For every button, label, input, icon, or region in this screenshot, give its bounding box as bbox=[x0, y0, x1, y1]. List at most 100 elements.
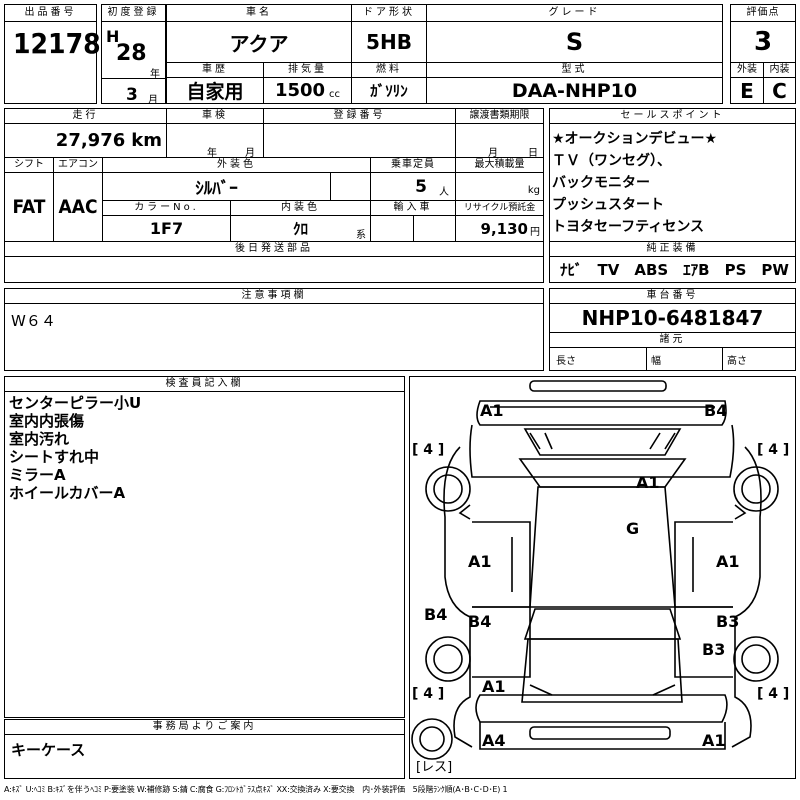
chassis-value: NHP10-6481847 bbox=[549, 303, 796, 333]
score-label: 評価点 bbox=[730, 4, 796, 22]
model-value: DAA-NHP10 bbox=[426, 77, 723, 104]
recycle-value: 9,130 bbox=[480, 219, 528, 238]
tire-rear-left: [ 4 ] bbox=[412, 686, 445, 702]
height-label: 高さ bbox=[722, 347, 796, 371]
inspector-line: 室内内張傷 bbox=[9, 412, 85, 430]
selling-line: ★オークションデビュー★ bbox=[552, 131, 718, 147]
model-label: 型式 bbox=[426, 62, 723, 78]
import-label: 輸入車 bbox=[370, 200, 456, 216]
transfer-month: 月 bbox=[488, 148, 498, 158]
office-box: キーケース bbox=[4, 734, 405, 779]
mileage-value: 27,976 bbox=[55, 130, 126, 151]
equipment-label: 純正装備 bbox=[549, 241, 796, 257]
tire-rear-right: [ 4 ] bbox=[757, 686, 790, 702]
reg-no-label: 登録番号 bbox=[263, 108, 456, 124]
tire-value: 4 bbox=[423, 442, 434, 458]
inspector-line: ホイールカバーA bbox=[9, 484, 126, 502]
ext-color-label: 外装色 bbox=[102, 157, 371, 173]
damage-mark: B4 bbox=[704, 401, 728, 420]
inspector-line: 室内汚れ bbox=[9, 430, 70, 448]
lot-number: 12178 bbox=[13, 27, 101, 60]
capacity-value: 5 bbox=[415, 176, 427, 197]
inspection-month-unit: 月 bbox=[245, 148, 255, 158]
selling-line: トヨタセーフティセンス bbox=[552, 219, 705, 235]
equipment-value: ﾅﾋﾞ TV ABS ｴｱB PS PW bbox=[560, 261, 789, 279]
shift-value: FAT bbox=[4, 172, 54, 242]
later-parts-label: 後日発送部品 bbox=[4, 241, 544, 257]
car-diagram-box: [ 4 ] [ 4 ] [ 4 ] [ 4 ] [レス] A1 B4 A1 G … bbox=[409, 376, 796, 779]
chassis-label: 車台番号 bbox=[549, 288, 796, 304]
int-color-cell: ｸﾛ 系 bbox=[230, 215, 371, 242]
damage-mark: B3 bbox=[716, 612, 740, 631]
selling-line: プッシュスタート bbox=[552, 197, 664, 213]
score-value: 3 bbox=[730, 21, 796, 63]
displacement-cell: 1500 cc bbox=[263, 77, 352, 104]
tire-value: 4 bbox=[768, 686, 779, 702]
notes-box: W６４ bbox=[4, 303, 544, 371]
fuel-label: 燃料 bbox=[351, 62, 427, 78]
int-color-value: ｸﾛ bbox=[292, 220, 308, 238]
displacement-unit: cc bbox=[329, 89, 341, 100]
recycle-label: リサイクル預託金 bbox=[455, 200, 544, 216]
inspector-lines: センターピラー小U 室内内張傷 室内汚れ シートすれ中 ミラーA ホイールカバー… bbox=[9, 394, 141, 502]
selling-line: バックモニター bbox=[552, 175, 650, 191]
lot-box: 出品番号 12178 bbox=[4, 4, 101, 104]
int-color-label: 内装色 bbox=[230, 200, 371, 216]
selling-label: セールスポイント bbox=[549, 108, 796, 124]
spare-value: レス bbox=[421, 760, 448, 775]
damage-mark: B4 bbox=[468, 612, 492, 631]
car-diagram bbox=[411, 380, 779, 760]
legend-text: A:ｷｽﾞ U:ﾍｺﾐ B:ｷｽﾞを伴うﾍｺﾐ P:要塗装 W:補修跡 S:錆 … bbox=[4, 785, 508, 794]
grade-label: グレード bbox=[426, 4, 723, 22]
damage-mark: A1 bbox=[716, 552, 740, 571]
damage-mark: G bbox=[626, 519, 640, 538]
damage-mark: A1 bbox=[636, 473, 660, 492]
office-value: キーケース bbox=[11, 741, 86, 759]
damage-mark: A1 bbox=[468, 552, 492, 571]
inspection-cell: 年 月 bbox=[166, 123, 264, 158]
inspection-year-unit: 年 bbox=[207, 148, 217, 158]
later-parts-cell bbox=[4, 256, 544, 283]
tire-value: 4 bbox=[423, 686, 434, 702]
ext-label: 外装 bbox=[730, 62, 764, 78]
capacity-unit: 人 bbox=[439, 187, 449, 198]
displacement-label: 排気量 bbox=[263, 62, 352, 78]
displacement-value: 1500 bbox=[274, 80, 326, 101]
inspector-line: センターピラー小U bbox=[9, 394, 142, 412]
inspector-line: ミラーA bbox=[9, 466, 66, 484]
damage-mark: A1 bbox=[480, 401, 504, 420]
width-label: 幅 bbox=[646, 347, 723, 371]
tire-front-right: [ 4 ] bbox=[757, 442, 790, 458]
first-reg-label: 初度登録 bbox=[101, 4, 166, 22]
transfer-label: 譲渡書類期限 bbox=[455, 108, 544, 124]
lot-label: 出品番号 bbox=[4, 4, 97, 22]
transfer-day: 日 bbox=[528, 148, 538, 158]
notes-value: W６４ bbox=[11, 312, 56, 330]
transfer-cell: 月 日 bbox=[455, 123, 544, 158]
first-reg-box: 初度登録 H 28 年 3 月 bbox=[101, 4, 166, 106]
selling-line: ＴＶ（ワンセグ）、 bbox=[552, 153, 671, 169]
mileage-cell: 27,976 km bbox=[4, 123, 167, 158]
reg-no-cell bbox=[263, 123, 456, 158]
ac-value: AAC bbox=[53, 172, 103, 242]
history-value: 自家用 bbox=[166, 77, 264, 104]
ext-grade: E bbox=[730, 77, 764, 104]
damage-mark: B3 bbox=[702, 640, 726, 659]
inspector-label: 検査員記入欄 bbox=[4, 376, 405, 392]
tire-front-left: [ 4 ] bbox=[412, 442, 445, 458]
reg-month: 3 bbox=[126, 85, 138, 105]
max-load-label: 最大積載量 bbox=[455, 157, 544, 173]
reg-year: 28 bbox=[116, 41, 147, 66]
equipment-cell: ﾅﾋﾞ TV ABS ｴｱB PS PW bbox=[549, 256, 796, 283]
door-label: ドア形状 bbox=[351, 4, 427, 22]
shift-label: シフト bbox=[4, 157, 54, 173]
length-label: 長さ bbox=[549, 347, 647, 371]
color-no-value: 1F7 bbox=[102, 215, 231, 242]
import-cell-2 bbox=[413, 215, 456, 242]
mileage-unit: km bbox=[131, 130, 162, 151]
tire-value: 4 bbox=[768, 442, 779, 458]
inspector-box: センターピラー小U 室内内張傷 室内汚れ シートすれ中 ミラーA ホイールカバー… bbox=[4, 391, 405, 718]
int-label: 内装 bbox=[763, 62, 796, 78]
max-load-unit: kg bbox=[527, 185, 540, 196]
import-cell-1 bbox=[370, 215, 414, 242]
